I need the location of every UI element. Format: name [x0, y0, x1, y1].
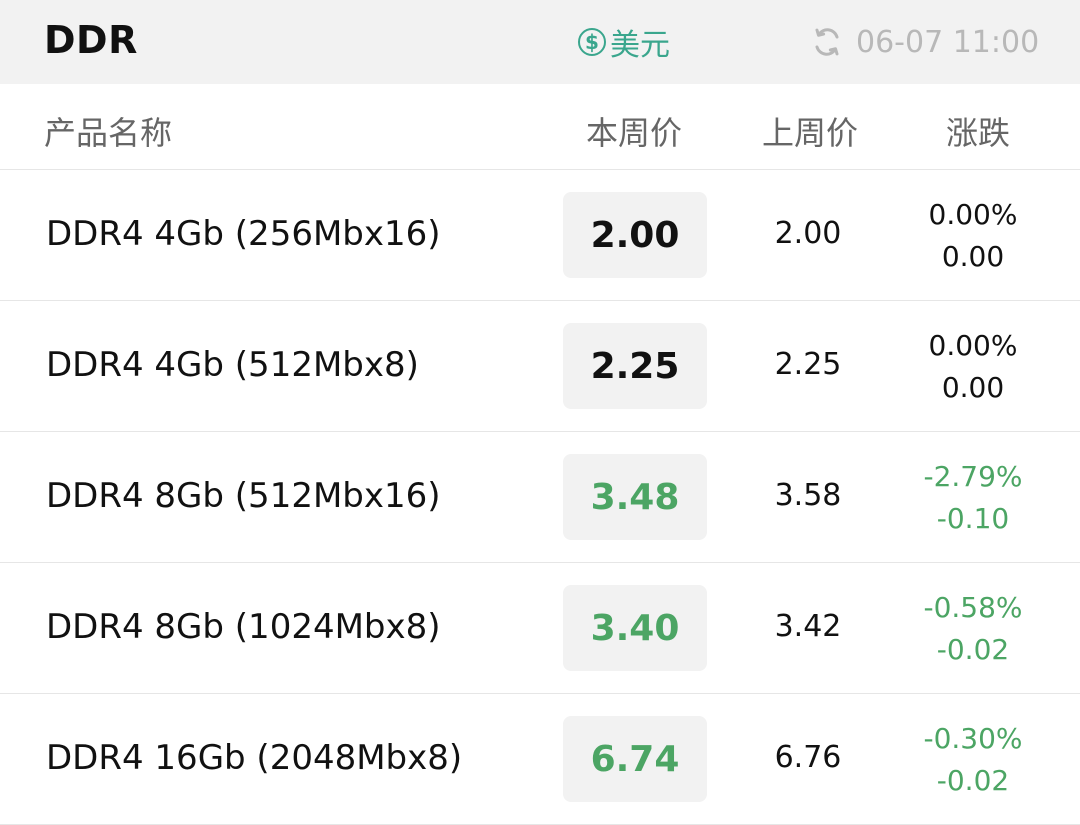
this-week-price: 6.74 [563, 716, 707, 802]
change-absolute: 0.00 [941, 371, 1005, 404]
column-header-name: 产品名称 [44, 114, 173, 152]
this-week-price: 2.00 [563, 192, 707, 278]
product-name: DDR4 16Gb (2048Mbx8) [46, 738, 463, 778]
page-title: DDR [44, 18, 138, 62]
table-header: 产品名称 本周价 上周价 涨跌 [0, 84, 1080, 170]
price-change: 0.00% 0.00 [900, 194, 1046, 278]
price-change: 0.00% 0.00 [900, 325, 1046, 409]
refresh-icon [815, 28, 839, 56]
column-header-this-week[interactable]: 本周价 [586, 108, 682, 154]
change-percent: -0.58% [923, 591, 1023, 624]
table-row[interactable]: DDR4 4Gb (256Mbx16) 2.00 2.00 0.00% 0.00 [0, 170, 1080, 301]
product-name: DDR4 4Gb (256Mbx16) [46, 214, 441, 254]
refresh-control[interactable]: 06-07 11:00 [812, 22, 1039, 62]
last-week-price: 6.76 [774, 740, 842, 775]
price-change: -0.58% -0.02 [900, 587, 1046, 671]
currency-label: 美元 [610, 28, 670, 63]
change-percent: -2.79% [923, 460, 1023, 493]
table-row[interactable]: DDR4 16Gb (2048Mbx8) 6.74 6.76 -0.30% -0.02 [0, 694, 1080, 825]
table-row[interactable]: DDR4 8Gb (1024Mbx8) 3.40 3.42 -0.58% -0.02 [0, 563, 1080, 694]
product-name: DDR4 4Gb (512Mbx8) [46, 345, 419, 385]
dollar-icon: $ [578, 28, 606, 56]
change-percent: -0.30% [923, 722, 1023, 755]
last-week-price: 3.42 [774, 609, 842, 644]
change-absolute: -0.02 [936, 764, 1010, 797]
update-timestamp: 06-07 11:00 [856, 24, 1040, 60]
top-bar: DDR $ 美元 06-07 11:00 [0, 0, 1080, 84]
change-percent: 0.00% [928, 198, 1018, 231]
table-row[interactable]: DDR4 8Gb (512Mbx16) 3.48 3.58 -2.79% -0.10 [0, 432, 1080, 563]
change-absolute: -0.10 [936, 502, 1010, 535]
product-name: DDR4 8Gb (512Mbx16) [46, 476, 441, 516]
column-header-change[interactable]: 涨跌 [946, 108, 1010, 154]
this-week-price: 3.40 [563, 585, 707, 671]
product-name: DDR4 8Gb (1024Mbx8) [46, 607, 441, 647]
this-week-price: 3.48 [563, 454, 707, 540]
currency-toggle[interactable]: $ 美元 [578, 22, 670, 63]
table-row[interactable]: DDR4 4Gb (512Mbx8) 2.25 2.25 0.00% 0.00 [0, 301, 1080, 432]
last-week-price: 2.00 [774, 216, 842, 251]
price-change: -0.30% -0.02 [900, 718, 1046, 802]
last-week-price: 2.25 [774, 347, 842, 382]
change-absolute: -0.02 [936, 633, 1010, 666]
last-week-price: 3.58 [774, 478, 842, 513]
change-percent: 0.00% [928, 329, 1018, 362]
this-week-price: 2.25 [563, 323, 707, 409]
column-header-last-week[interactable]: 上周价 [762, 108, 858, 154]
change-absolute: 0.00 [941, 240, 1005, 273]
price-change: -2.79% -0.10 [900, 456, 1046, 540]
